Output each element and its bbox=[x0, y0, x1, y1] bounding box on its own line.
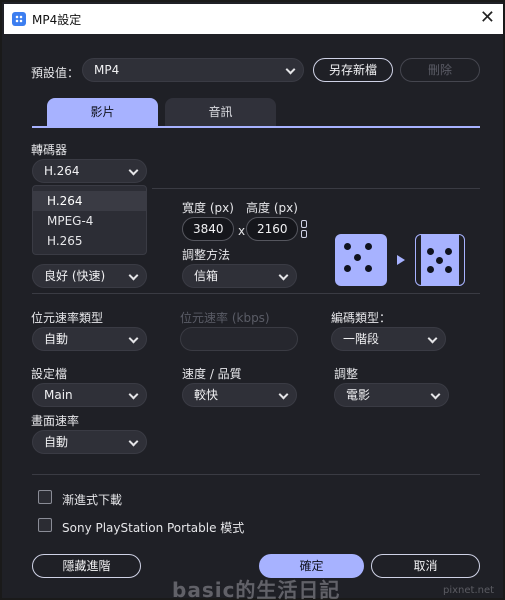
speed-select[interactable]: 較快 bbox=[182, 383, 297, 407]
encoder-dropdown-list: H.264 MPEG-4 H.265 bbox=[32, 185, 147, 255]
app-icon bbox=[12, 12, 26, 26]
encoder-option-h264[interactable]: H.264 bbox=[33, 191, 146, 211]
resize-select[interactable]: 信箱 bbox=[182, 264, 297, 288]
width-input[interactable]: 3840 bbox=[182, 217, 234, 241]
tab-video[interactable]: 影片 bbox=[47, 98, 158, 126]
title-bar: MP4設定 ✕ bbox=[4, 4, 503, 34]
framerate-value: 自動 bbox=[44, 435, 69, 449]
bitrate-input[interactable] bbox=[180, 327, 298, 351]
framerate-select[interactable]: 自動 bbox=[32, 430, 147, 454]
speed-label: 速度 / 品質 bbox=[182, 367, 242, 381]
close-icon[interactable]: ✕ bbox=[480, 7, 495, 28]
encoder-option-mpeg4[interactable]: MPEG-4 bbox=[33, 211, 146, 231]
tune-select[interactable]: 電影 bbox=[334, 383, 449, 407]
preset-value: MP4 bbox=[94, 63, 120, 77]
preset-label: 預設值： bbox=[31, 66, 80, 80]
profile-label: 設定檔 bbox=[31, 367, 68, 381]
encoder-option-h265[interactable]: H.265 bbox=[33, 231, 146, 251]
encode-type-value: 一階段 bbox=[343, 332, 380, 346]
bitrate-type-select[interactable]: 自動 bbox=[32, 327, 147, 351]
speed-value: 較快 bbox=[194, 388, 219, 402]
cancel-button[interactable]: 取消 bbox=[371, 554, 480, 578]
chevron-down-icon bbox=[278, 270, 289, 281]
watermark: basic的生活日記 bbox=[172, 578, 341, 600]
encoder-select[interactable]: H.264 bbox=[32, 159, 147, 183]
delete-button[interactable]: 刪除 bbox=[400, 58, 480, 82]
source-preview-icon bbox=[335, 234, 387, 286]
chevron-down-icon bbox=[278, 389, 289, 400]
tab-underline bbox=[32, 126, 480, 128]
chevron-down-icon bbox=[128, 333, 139, 344]
chevron-down-icon bbox=[128, 389, 139, 400]
output-preview-icon bbox=[415, 234, 465, 286]
psp-mode-checkbox[interactable] bbox=[38, 518, 52, 532]
encoder-label: 轉碼器 bbox=[31, 143, 68, 157]
encode-type-select[interactable]: 一階段 bbox=[331, 327, 446, 351]
tune-value: 電影 bbox=[346, 388, 371, 402]
divider bbox=[32, 293, 480, 294]
chevron-down-icon bbox=[128, 165, 139, 176]
height-input[interactable]: 2160 bbox=[246, 217, 298, 241]
resize-label: 調整方法 bbox=[182, 248, 231, 262]
hide-advanced-button[interactable]: 隱藏進階 bbox=[32, 554, 141, 578]
profile-value: Main bbox=[44, 388, 73, 402]
divider bbox=[32, 474, 480, 475]
window-title: MP4設定 bbox=[32, 13, 82, 27]
bitrate-type-label: 位元速率類型 bbox=[31, 311, 104, 325]
framerate-label: 畫面速率 bbox=[31, 414, 80, 428]
chevron-down-icon bbox=[285, 64, 296, 75]
bitrate-type-value: 自動 bbox=[44, 332, 69, 346]
save-new-button[interactable]: 另存新檔 bbox=[313, 58, 393, 82]
width-label: 寬度 (px) bbox=[182, 201, 234, 215]
mp4-settings-dialog: MP4設定 ✕ 預設值： MP4 另存新檔 刪除 影片 音訊 轉碼器 H.264… bbox=[0, 0, 505, 600]
quality-select[interactable]: 良好 (快速) bbox=[32, 264, 147, 288]
chevron-down-icon bbox=[128, 436, 139, 447]
quality-value: 良好 (快速) bbox=[44, 269, 106, 283]
encode-type-label: 編碼類型： bbox=[331, 311, 392, 325]
resize-value: 信箱 bbox=[194, 269, 219, 283]
watermark-url: pixnet.net bbox=[443, 585, 495, 596]
height-stepper[interactable] bbox=[301, 220, 307, 238]
arrow-right-icon bbox=[397, 255, 405, 265]
tune-label: 調整 bbox=[334, 367, 359, 381]
progressive-download-label: 漸進式下載 bbox=[62, 493, 123, 507]
encoder-value: H.264 bbox=[44, 164, 80, 178]
chevron-down-icon bbox=[427, 333, 438, 344]
bitrate-label: 位元速率 (kbps) bbox=[180, 311, 270, 325]
chevron-down-icon bbox=[128, 270, 139, 281]
psp-mode-label: Sony PlayStation Portable 模式 bbox=[62, 521, 245, 535]
times-sign: x bbox=[238, 224, 246, 238]
profile-select[interactable]: Main bbox=[32, 383, 147, 407]
tab-audio[interactable]: 音訊 bbox=[165, 98, 276, 126]
divider bbox=[152, 188, 480, 189]
preset-select[interactable]: MP4 bbox=[82, 58, 304, 82]
height-label: 高度 (px) bbox=[246, 201, 298, 215]
chevron-down-icon bbox=[430, 389, 441, 400]
progressive-download-checkbox[interactable] bbox=[38, 490, 52, 504]
